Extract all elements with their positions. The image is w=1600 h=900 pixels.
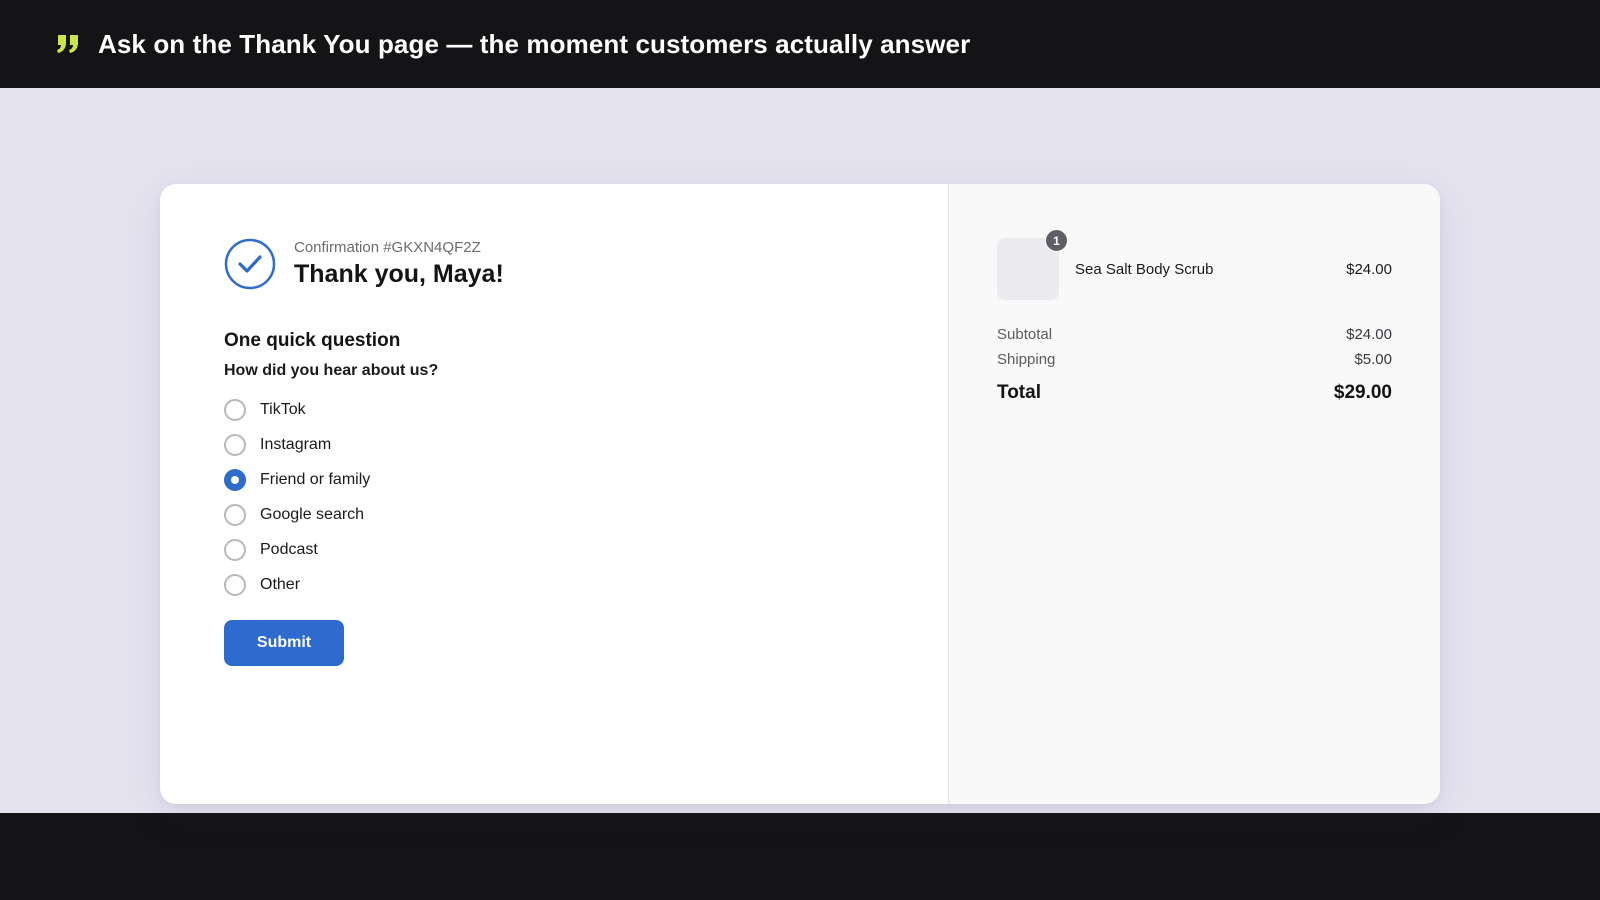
radio-button-selected[interactable] bbox=[224, 468, 246, 491]
shipping-row: Shipping $5.00 bbox=[997, 351, 1392, 368]
survey-title: One quick question bbox=[224, 330, 401, 351]
subtotal-row: Subtotal $24.00 bbox=[997, 326, 1392, 343]
check-circle-icon bbox=[224, 238, 276, 290]
shipping-label: Shipping bbox=[997, 351, 1056, 368]
option-label: TikTok bbox=[260, 400, 306, 418]
option-label: Podcast bbox=[260, 540, 318, 558]
quantity-badge: 1 bbox=[1045, 229, 1068, 252]
radio-button[interactable] bbox=[224, 433, 246, 456]
headline-bar: Ask on the Thank You page — the moment c… bbox=[0, 0, 1600, 88]
option-google-search[interactable]: Google search bbox=[224, 497, 884, 532]
total-label: Total bbox=[997, 382, 1041, 403]
headline-text: Ask on the Thank You page — the moment c… bbox=[98, 28, 971, 59]
option-label: Google search bbox=[260, 505, 365, 523]
product-thumbnail: 1 bbox=[997, 229, 1068, 300]
radio-button[interactable] bbox=[224, 503, 246, 526]
order-summary-panel: 1 Sea Salt Body Scrub $24.00 Subtotal $2… bbox=[948, 184, 1440, 804]
confirmation-panel: Confirmation #GKXN4QF2Z Thank you, Maya!… bbox=[160, 184, 948, 804]
item-name: Sea Salt Body Scrub bbox=[1075, 260, 1214, 278]
total-row: Total $29.00 bbox=[997, 382, 1392, 404]
option-instagram[interactable]: Instagram bbox=[224, 427, 884, 462]
line-item: 1 Sea Salt Body Scrub $24.00 bbox=[997, 229, 1392, 300]
subtotal-label: Subtotal bbox=[997, 326, 1053, 343]
option-other[interactable]: Other bbox=[224, 567, 884, 602]
quote-icon bbox=[56, 33, 80, 55]
survey-options: TikTok Instagram Friend or family Google… bbox=[224, 392, 884, 602]
option-label: Instagram bbox=[260, 435, 332, 453]
radio-button[interactable] bbox=[224, 538, 246, 561]
thank-you-title: Thank you, Maya! bbox=[294, 260, 504, 288]
option-podcast[interactable]: Podcast bbox=[224, 532, 884, 567]
radio-button[interactable] bbox=[224, 398, 246, 421]
option-label: Friend or family bbox=[260, 470, 371, 488]
confirmation-text: Confirmation #GKXN4QF2Z Thank you, Maya! bbox=[294, 239, 504, 289]
confirmation-number: Confirmation #GKXN4QF2Z bbox=[294, 239, 481, 256]
option-friend-or-family[interactable]: Friend or family bbox=[224, 462, 884, 497]
item-price: $24.00 bbox=[1346, 260, 1392, 278]
survey-question: How did you hear about us? bbox=[224, 362, 439, 379]
total-value: $29.00 bbox=[1333, 382, 1392, 403]
thank-you-page-card: Confirmation #GKXN4QF2Z Thank you, Maya!… bbox=[160, 184, 1440, 804]
option-label: Other bbox=[260, 575, 301, 593]
subtotal-value: $24.00 bbox=[1346, 326, 1392, 343]
bottom-bar bbox=[0, 813, 1600, 900]
confirmation-header: Confirmation #GKXN4QF2Z Thank you, Maya! bbox=[224, 238, 884, 290]
submit-button[interactable]: Submit bbox=[224, 620, 344, 666]
option-tiktok[interactable]: TikTok bbox=[224, 392, 884, 427]
radio-button[interactable] bbox=[224, 573, 246, 596]
shipping-value: $5.00 bbox=[1354, 351, 1392, 368]
